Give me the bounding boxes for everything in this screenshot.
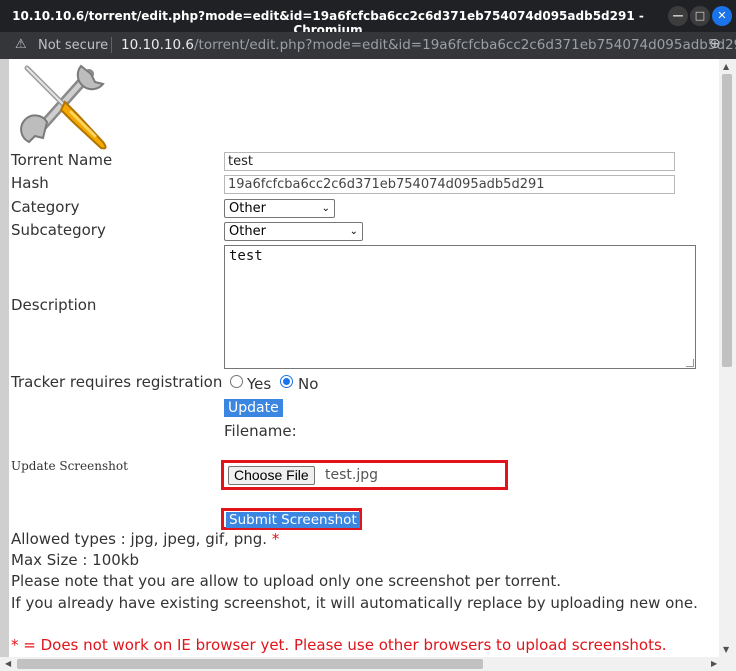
description-text: test xyxy=(229,248,263,264)
allowed-types-value: Allowed types : jpg, jpeg, gif, png. xyxy=(11,530,268,548)
update-screenshot-label: Update Screenshot xyxy=(11,459,128,473)
submit-button-highlight: Submit Screenshot xyxy=(221,508,362,530)
vertical-scroll-thumb[interactable] xyxy=(722,74,732,367)
choose-file-button[interactable]: Choose File xyxy=(228,466,315,485)
category-select[interactable]: Other ⌄ xyxy=(224,199,335,218)
hash-input[interactable]: 19a6fcfcba6cc2c6d371eb754074d095adb5d291 xyxy=(224,175,675,194)
ie-warning-text: * = Does not work on IE browser yet. Ple… xyxy=(11,636,667,654)
category-selected-value: Other xyxy=(229,201,266,216)
replace-screenshot-note: If you already have existing screenshot,… xyxy=(11,594,698,612)
resize-grip-icon[interactable] xyxy=(686,359,694,367)
horizontal-scroll-thumb[interactable] xyxy=(17,659,483,669)
horizontal-scrollbar[interactable]: ◀ ▶ xyxy=(0,657,736,671)
address-separator xyxy=(111,37,112,53)
update-button[interactable]: Update xyxy=(224,399,283,417)
security-indicator[interactable]: Not secure xyxy=(38,38,108,53)
tracker-no-label[interactable]: No xyxy=(298,375,318,393)
filename-label: Filename: xyxy=(224,422,297,440)
zoom-icon[interactable]: ⊕ xyxy=(709,36,721,52)
description-textarea[interactable]: test xyxy=(224,245,696,369)
vertical-scrollbar[interactable]: ▲ ▼ xyxy=(719,59,736,657)
scroll-left-icon[interactable]: ◀ xyxy=(5,659,11,668)
tracker-yes-label[interactable]: Yes xyxy=(247,375,271,393)
tracker-yes-radio[interactable] xyxy=(230,375,243,388)
subcategory-label: Subcategory xyxy=(11,221,106,239)
tracker-registration-label: Tracker requires registration xyxy=(11,373,223,391)
submit-screenshot-button[interactable]: Submit Screenshot xyxy=(226,512,360,528)
allowed-types-text: Allowed types : jpg, jpeg, gif, png. * xyxy=(11,530,279,548)
subcategory-selected-value: Other xyxy=(229,224,266,239)
wrench-screwdriver-icon xyxy=(20,64,107,150)
subcategory-select[interactable]: Other ⌄ xyxy=(224,222,363,241)
scroll-right-icon[interactable]: ▶ xyxy=(711,659,717,668)
warning-icon[interactable]: ⚠ xyxy=(15,37,27,52)
file-picker-highlight: Choose File test.jpg xyxy=(221,460,508,490)
chevron-down-icon: ⌄ xyxy=(321,203,330,214)
one-screenshot-note: Please note that you are allow to upload… xyxy=(11,572,562,590)
torrent-name-label: Torrent Name xyxy=(11,151,113,169)
minimize-button[interactable]: — xyxy=(668,6,688,26)
url-path: /torrent/edit.php?mode=edit&id=19a6fcfcb… xyxy=(194,37,736,53)
hash-label: Hash xyxy=(11,174,49,192)
scroll-up-icon[interactable]: ▲ xyxy=(723,62,729,71)
description-label: Description xyxy=(11,296,97,314)
close-button[interactable]: ✕ xyxy=(712,6,732,26)
max-size-text: Max Size : 100kb xyxy=(11,551,139,569)
required-marker: * xyxy=(271,530,280,548)
browser-viewport: Torrent Name test Hash 19a6fcfcba6cc2c6d… xyxy=(0,59,736,671)
chevron-down-icon: ⌄ xyxy=(349,226,358,237)
maximize-button[interactable]: □ xyxy=(690,6,710,26)
category-label: Category xyxy=(11,198,80,216)
torrent-name-input[interactable]: test xyxy=(224,152,675,171)
url-host: 10.10.10.6 xyxy=(121,37,194,53)
scroll-down-icon[interactable]: ▼ xyxy=(723,645,729,654)
page-content: Torrent Name test Hash 19a6fcfcba6cc2c6d… xyxy=(9,59,719,657)
address-bar[interactable]: ⚠ Not secure 10.10.10.6/torrent/edit.php… xyxy=(0,32,736,59)
url-field[interactable]: 10.10.10.6/torrent/edit.php?mode=edit&id… xyxy=(121,37,736,53)
tracker-no-radio[interactable] xyxy=(280,375,293,388)
chosen-file-name: test.jpg xyxy=(325,467,378,483)
window-titlebar: 10.10.10.6/torrent/edit.php?mode=edit&id… xyxy=(0,0,736,37)
